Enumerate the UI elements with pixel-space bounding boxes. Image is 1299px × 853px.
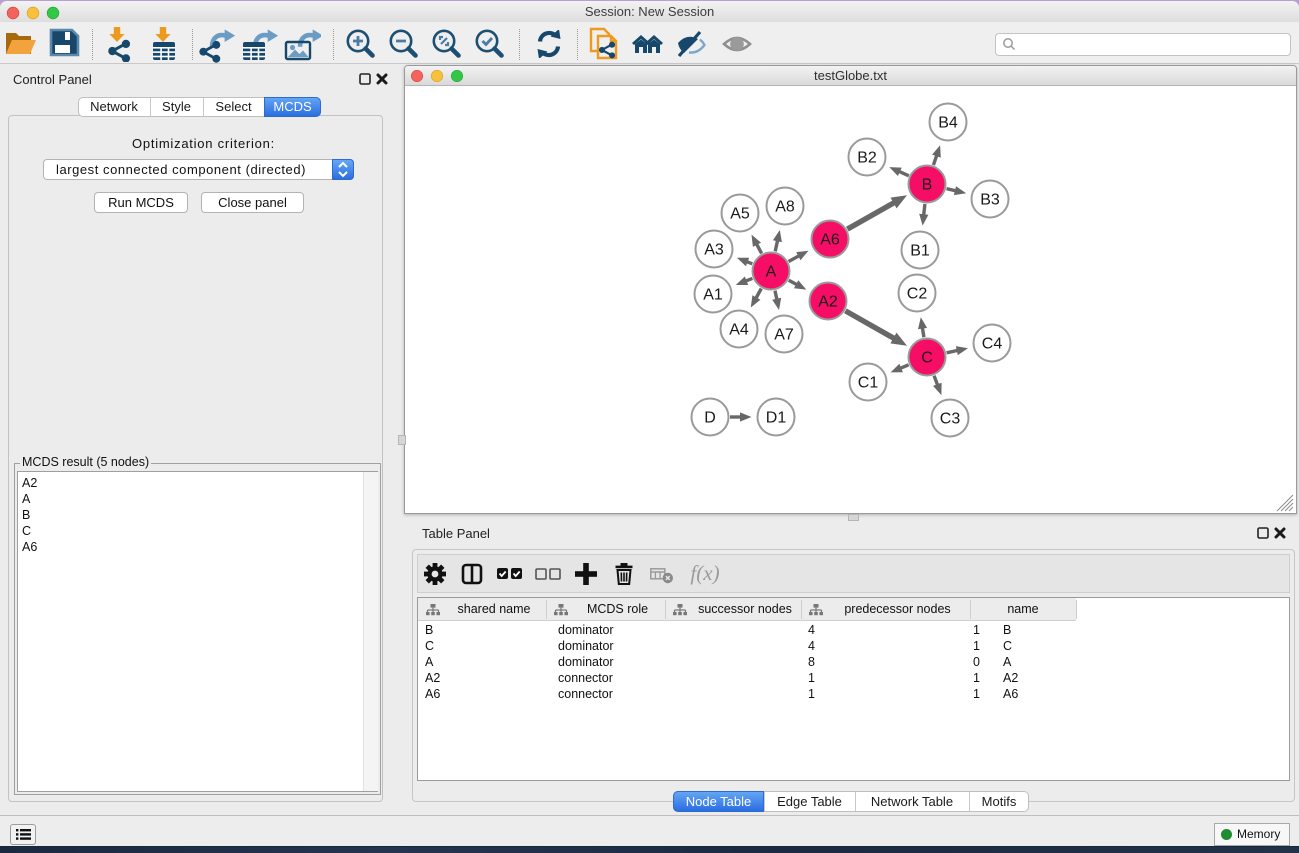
svg-text:B1: B1 <box>910 243 930 260</box>
svg-text:C3: C3 <box>940 411 961 428</box>
svg-text:C4: C4 <box>982 336 1003 353</box>
svg-text:B: B <box>922 177 933 194</box>
svg-text:C1: C1 <box>858 375 879 392</box>
svg-text:A6: A6 <box>820 232 840 249</box>
svg-text:A8: A8 <box>775 199 795 216</box>
svg-text:C: C <box>921 350 933 367</box>
svg-text:C2: C2 <box>907 286 928 303</box>
svg-text:A4: A4 <box>729 322 749 339</box>
svg-text:A1: A1 <box>703 287 723 304</box>
svg-text:D1: D1 <box>766 410 787 427</box>
svg-text:D: D <box>704 410 716 427</box>
svg-text:A7: A7 <box>774 327 794 344</box>
svg-text:A3: A3 <box>704 242 724 259</box>
svg-text:B4: B4 <box>938 115 958 132</box>
svg-text:A: A <box>766 264 777 281</box>
svg-text:A2: A2 <box>818 294 838 311</box>
svg-text:B2: B2 <box>857 150 877 167</box>
svg-text:A5: A5 <box>730 206 750 223</box>
svg-text:B3: B3 <box>980 192 1000 209</box>
